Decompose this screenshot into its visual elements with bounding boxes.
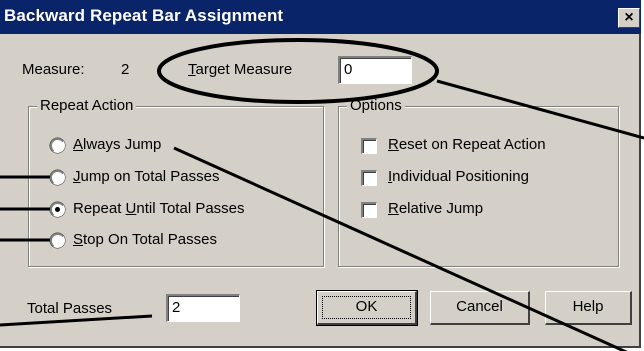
always-jump-rest: lways Jump bbox=[83, 136, 162, 153]
cancel-button-label: Cancel bbox=[456, 298, 503, 315]
radio-jump-on-total-passes[interactable] bbox=[50, 170, 65, 185]
dialog-window: Backward Repeat Bar Assignment × Measure… bbox=[0, 0, 641, 348]
repeat-until-pre: Repeat bbox=[73, 200, 126, 217]
total-passes-label: Total Passes bbox=[27, 300, 113, 317]
repeat-until-accel: U bbox=[125, 200, 137, 217]
help-button[interactable]: Help bbox=[545, 291, 632, 325]
relative-accel: R bbox=[388, 200, 399, 217]
radio-repeat-until-total-passes[interactable] bbox=[50, 202, 65, 217]
always-jump-accel: A bbox=[73, 136, 84, 153]
options-group: Options bbox=[338, 97, 619, 267]
reset-rest: eset on Repeat Action bbox=[398, 136, 546, 153]
target-measure-value: 0 bbox=[344, 61, 353, 78]
checkbox-reset-on-repeat-action-label[interactable]: Reset on Repeat Action bbox=[388, 136, 546, 154]
radio-jump-on-total-passes-label[interactable]: Jump on Total Passes bbox=[73, 168, 219, 186]
checkbox-individual-positioning[interactable] bbox=[361, 170, 377, 186]
screenshot-stage: Backward Repeat Bar Assignment × Measure… bbox=[0, 0, 644, 351]
jump-on-total-accel: J bbox=[73, 168, 81, 185]
repeat-action-title: Repeat Action bbox=[37, 97, 137, 115]
title-bar[interactable]: Backward Repeat Bar Assignment × bbox=[0, 0, 641, 34]
checkbox-relative-jump-label[interactable]: Relative Jump bbox=[388, 200, 483, 218]
total-passes-input[interactable]: 2 bbox=[166, 294, 240, 322]
stop-on-total-rest: top On Total Passes bbox=[83, 231, 217, 248]
focus-rectangle bbox=[322, 296, 411, 319]
window-title: Backward Repeat Bar Assignment bbox=[4, 6, 284, 25]
radio-always-jump[interactable] bbox=[50, 138, 65, 153]
target-measure-accel: T bbox=[188, 61, 196, 78]
help-button-label: Help bbox=[572, 298, 604, 315]
checkbox-reset-on-repeat-action[interactable] bbox=[361, 138, 377, 154]
target-measure-input[interactable]: 0 bbox=[338, 56, 412, 84]
radio-repeat-until-total-passes-label[interactable]: Repeat Until Total Passes bbox=[73, 200, 245, 218]
radio-stop-on-total-passes[interactable] bbox=[50, 233, 65, 248]
close-button[interactable]: × bbox=[618, 8, 640, 28]
jump-on-total-rest: ump on Total Passes bbox=[80, 168, 220, 185]
close-icon: × bbox=[624, 9, 634, 26]
measure-label: Measure: bbox=[22, 61, 85, 78]
radio-always-jump-label[interactable]: Always Jump bbox=[73, 136, 161, 154]
target-measure-label-rest: arget Measure bbox=[195, 61, 293, 78]
total-passes-value: 2 bbox=[172, 299, 181, 316]
radio-selected-dot bbox=[55, 207, 60, 212]
target-measure-label: Target Measure bbox=[188, 61, 292, 79]
ok-button[interactable]: OK bbox=[316, 290, 418, 326]
cancel-button[interactable]: Cancel bbox=[430, 291, 530, 325]
radio-stop-on-total-passes-label[interactable]: Stop On Total Passes bbox=[73, 231, 217, 249]
reset-accel: R bbox=[388, 136, 399, 153]
repeat-until-rest: ntil Total Passes bbox=[136, 200, 245, 217]
measure-value: 2 bbox=[121, 61, 130, 78]
options-title: Options bbox=[347, 97, 405, 115]
individual-rest: ndividual Positioning bbox=[392, 168, 529, 185]
checkbox-individual-positioning-label[interactable]: Individual Positioning bbox=[388, 168, 529, 186]
checkbox-relative-jump[interactable] bbox=[361, 202, 377, 218]
stop-on-total-accel: S bbox=[73, 231, 84, 248]
relative-rest: elative Jump bbox=[398, 200, 484, 217]
